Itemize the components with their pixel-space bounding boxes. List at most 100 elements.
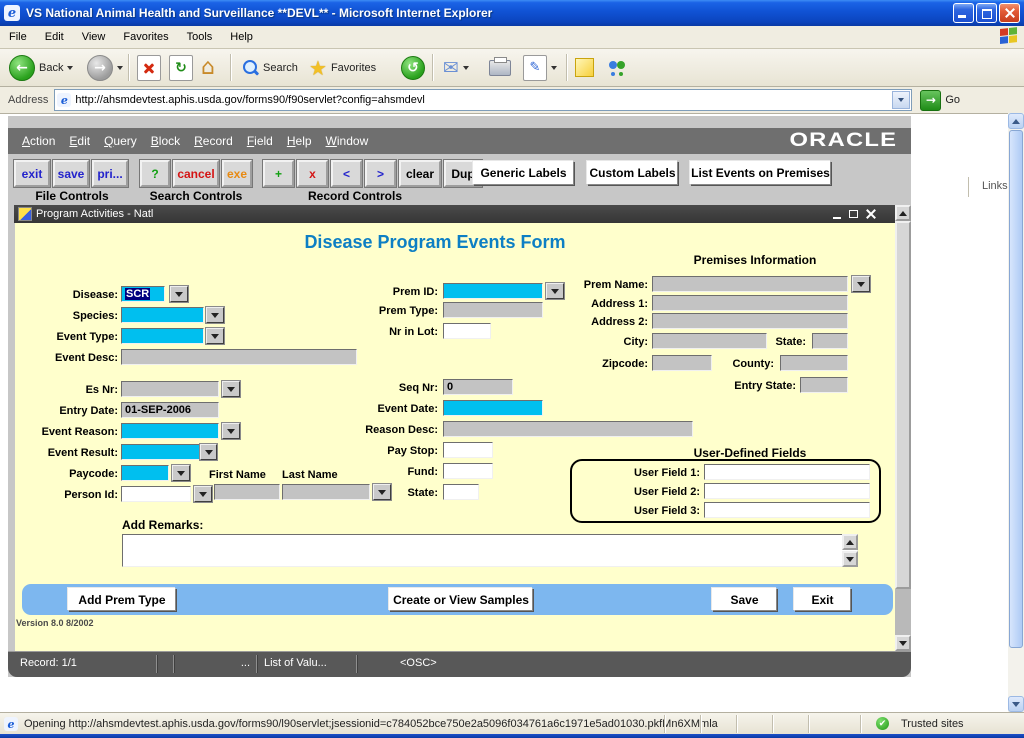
inner-minimize-icon[interactable] xyxy=(832,209,843,219)
person-id-dropdown-icon[interactable] xyxy=(194,486,212,502)
oracle-menu-help[interactable]: Help xyxy=(287,134,312,148)
next-record-button[interactable]: > xyxy=(365,160,396,187)
go-button[interactable]: → Go xyxy=(920,90,960,111)
form-scroll-up-icon[interactable] xyxy=(895,205,911,221)
pay-stop-field[interactable] xyxy=(443,442,493,458)
print-oracle-button[interactable]: pri... xyxy=(92,160,128,187)
create-or-view-samples-button[interactable]: Create or View Samples xyxy=(389,588,533,611)
inner-window-titlebar[interactable]: Program Activities - Natl xyxy=(14,205,895,223)
address-input[interactable]: e http://ahsmdevtest.aphis.usda.gov/form… xyxy=(54,89,912,111)
exit-form-button[interactable]: Exit xyxy=(794,588,851,611)
delete-record-button[interactable]: x xyxy=(297,160,328,187)
save-form-button[interactable]: Save xyxy=(712,588,777,611)
address2-field[interactable] xyxy=(652,313,848,329)
oracle-menu-action[interactable]: Action xyxy=(22,134,55,148)
event-result-dropdown-icon[interactable] xyxy=(200,444,217,460)
inner-close-icon[interactable] xyxy=(866,209,877,219)
forward-button[interactable]: → xyxy=(84,52,126,83)
add-prem-type-button[interactable]: Add Prem Type xyxy=(68,588,176,611)
paycode-dropdown-icon[interactable] xyxy=(172,465,190,481)
menu-file[interactable]: File xyxy=(0,28,36,46)
state-field[interactable] xyxy=(812,333,848,349)
remarks-scroll-up-icon[interactable] xyxy=(842,534,858,550)
city-field[interactable] xyxy=(652,333,767,349)
disease-dropdown-icon[interactable] xyxy=(170,286,188,302)
clear-button[interactable]: clear xyxy=(399,160,441,187)
address-dropdown-icon[interactable] xyxy=(892,91,910,109)
oracle-menu-edit[interactable]: Edit xyxy=(69,134,90,148)
list-events-on-premises-button[interactable]: List Events on Premises xyxy=(690,161,831,185)
menu-edit[interactable]: Edit xyxy=(36,28,73,46)
custom-labels-button[interactable]: Custom Labels xyxy=(587,161,678,185)
prem-id-field[interactable] xyxy=(443,283,543,299)
species-field[interactable] xyxy=(121,307,204,323)
messenger-button[interactable] xyxy=(604,52,630,83)
stop-button[interactable] xyxy=(134,52,164,83)
execute-button[interactable]: exe xyxy=(222,160,252,187)
restore-button[interactable] xyxy=(976,3,997,23)
add-record-button[interactable]: + xyxy=(263,160,294,187)
event-type-field[interactable] xyxy=(121,328,204,344)
prem-name-field[interactable] xyxy=(652,276,848,292)
edit-button[interactable]: ✎ xyxy=(520,52,560,83)
menu-help[interactable]: Help xyxy=(221,28,262,46)
add-remarks-field[interactable] xyxy=(122,534,858,567)
cancel-button[interactable]: cancel xyxy=(173,160,219,187)
person-id-field[interactable] xyxy=(121,486,191,502)
oracle-menu-query[interactable]: Query xyxy=(104,134,137,148)
oracle-menu-record[interactable]: Record xyxy=(194,134,233,148)
prem-name-dropdown-icon[interactable] xyxy=(852,276,870,292)
address1-field[interactable] xyxy=(652,295,848,311)
oracle-menu-field[interactable]: Field xyxy=(247,134,273,148)
previous-record-button[interactable]: < xyxy=(331,160,362,187)
user-field1-field[interactable] xyxy=(704,464,870,480)
entry-date-field[interactable] xyxy=(121,402,219,418)
back-dropdown-icon[interactable] xyxy=(67,66,73,73)
inner-restore-icon[interactable] xyxy=(848,209,859,219)
forward-dropdown-icon[interactable] xyxy=(117,66,123,73)
es-nr-dropdown-icon[interactable] xyxy=(222,381,240,397)
mail-dropdown-icon[interactable] xyxy=(463,66,469,73)
zipcode-field[interactable] xyxy=(652,355,712,371)
user-field2-field[interactable] xyxy=(704,483,870,499)
paycode-field[interactable] xyxy=(121,465,169,481)
es-nr-field[interactable] xyxy=(121,381,219,397)
links-label[interactable]: Links xyxy=(982,180,1008,192)
generic-labels-button[interactable]: Generic Labels xyxy=(473,161,574,185)
entry-state-field[interactable] xyxy=(800,377,848,393)
form-scrollbar-thumb[interactable] xyxy=(895,221,911,589)
form-scroll-down-icon[interactable] xyxy=(895,635,911,651)
form-scrollbar[interactable] xyxy=(895,205,911,651)
close-button[interactable] xyxy=(999,3,1020,23)
event-date-field[interactable] xyxy=(443,400,543,416)
nr-in-lot-field[interactable] xyxy=(443,323,491,339)
discuss-button[interactable] xyxy=(572,52,597,83)
mail-button[interactable]: ✉ xyxy=(440,52,472,83)
save-button[interactable]: save xyxy=(53,160,89,187)
browser-scrollbar-thumb[interactable] xyxy=(1009,130,1023,648)
browser-scroll-up-icon[interactable] xyxy=(1008,113,1024,129)
event-type-dropdown-icon[interactable] xyxy=(206,328,224,344)
first-name-field[interactable] xyxy=(214,484,280,500)
user-field3-field[interactable] xyxy=(704,502,870,518)
home-button[interactable]: ⌂ xyxy=(198,52,218,83)
event-reason-field[interactable] xyxy=(121,423,219,439)
query-help-button[interactable]: ? xyxy=(140,160,170,187)
person-state-field[interactable] xyxy=(443,484,479,500)
county-field[interactable] xyxy=(780,355,848,371)
browser-scrollbar[interactable] xyxy=(1008,113,1024,712)
minimize-button[interactable] xyxy=(953,3,974,23)
remarks-scroll-down-icon[interactable] xyxy=(842,551,858,567)
species-dropdown-icon[interactable] xyxy=(206,307,224,323)
menu-favorites[interactable]: Favorites xyxy=(114,28,177,46)
print-button[interactable] xyxy=(486,52,514,83)
event-desc-field[interactable] xyxy=(121,349,357,365)
menu-view[interactable]: View xyxy=(73,28,115,46)
refresh-button[interactable]: ↻ xyxy=(166,52,196,83)
browser-scroll-down-icon[interactable] xyxy=(1008,696,1024,712)
prem-type-field[interactable] xyxy=(443,302,543,318)
last-name-field[interactable] xyxy=(282,484,370,500)
event-reason-dropdown-icon[interactable] xyxy=(222,423,240,439)
fund-field[interactable] xyxy=(443,463,493,479)
exit-button[interactable]: exit xyxy=(14,160,50,187)
